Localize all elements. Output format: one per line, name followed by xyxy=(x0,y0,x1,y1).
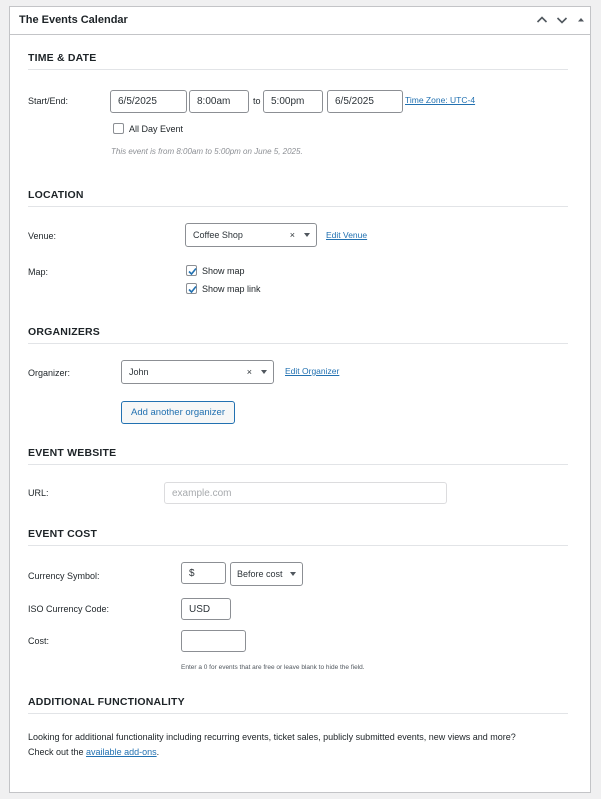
section-heading-additional: ADDITIONAL FUNCTIONALITY xyxy=(28,696,185,708)
iso-currency-value: USD xyxy=(189,603,211,615)
iso-currency-label: ISO Currency Code: xyxy=(28,604,110,614)
show-map-link-checkbox[interactable] xyxy=(186,283,197,294)
venue-value: Coffee Shop xyxy=(193,230,243,240)
show-map-link-label: Show map link xyxy=(202,284,261,294)
start-end-label: Start/End: xyxy=(28,96,69,106)
additional-text-line2: Check out the xyxy=(28,747,87,757)
end-date-input[interactable]: 6/5/2025 xyxy=(327,90,403,113)
events-calendar-metabox: The Events Calendar TIME & DATE Start/En… xyxy=(9,6,591,793)
start-date-value: 6/5/2025 xyxy=(118,96,157,107)
chevron-up-icon xyxy=(536,16,548,23)
map-label: Map: xyxy=(28,267,49,277)
venue-select[interactable]: Coffee Shop × xyxy=(185,223,317,247)
timezone-link[interactable]: Time Zone: UTC-4 xyxy=(405,95,475,105)
organizer-label: Organizer: xyxy=(28,368,71,378)
iso-currency-input[interactable]: USD xyxy=(181,598,231,620)
move-up-button[interactable] xyxy=(534,11,550,29)
currency-position-select[interactable]: Before cost xyxy=(230,562,303,586)
url-placeholder: example.com xyxy=(172,487,232,499)
currency-position-value: Before cost xyxy=(237,569,283,579)
additional-text: Looking for additional functionality inc… xyxy=(28,730,568,760)
all-day-checkbox[interactable] xyxy=(113,123,124,134)
additional-text-line1: Looking for additional functionality inc… xyxy=(28,732,516,742)
to-separator: to xyxy=(253,96,261,106)
edit-venue-link[interactable]: Edit Venue xyxy=(326,230,367,240)
divider xyxy=(28,343,568,344)
cost-label: Cost: xyxy=(28,636,50,646)
currency-symbol-label: Currency Symbol: xyxy=(28,571,100,581)
additional-text-end: . xyxy=(156,747,160,757)
section-heading-event-cost: EVENT COST xyxy=(28,528,98,540)
show-map-checkbox[interactable] xyxy=(186,265,197,276)
end-time-input[interactable]: 5:00pm xyxy=(263,90,323,113)
divider xyxy=(28,545,568,546)
url-label: URL: xyxy=(28,488,49,498)
chevron-down-icon xyxy=(556,17,568,24)
divider xyxy=(28,464,568,465)
start-time-input[interactable]: 8:00am xyxy=(189,90,249,113)
section-heading-time-date: TIME & DATE xyxy=(28,52,97,64)
toggle-panel-button[interactable] xyxy=(573,11,589,29)
currency-symbol-input[interactable]: $ xyxy=(181,562,226,584)
url-input[interactable]: example.com xyxy=(164,482,447,504)
dropdown-caret-icon xyxy=(304,233,310,237)
section-heading-event-website: EVENT WEBSITE xyxy=(28,447,117,459)
dropdown-caret-icon xyxy=(290,572,296,576)
end-time-value: 5:00pm xyxy=(271,96,305,107)
event-summary-text: This event is from 8:00am to 5:00pm on J… xyxy=(111,147,303,156)
divider xyxy=(28,713,568,714)
clear-organizer-icon[interactable]: × xyxy=(247,367,252,377)
section-heading-organizers: ORGANIZERS xyxy=(28,326,101,338)
all-day-label: All Day Event xyxy=(129,124,184,134)
organizer-select[interactable]: John × xyxy=(121,360,274,384)
cost-hint: Enter a 0 for events that are free or le… xyxy=(181,664,365,671)
organizer-value: John xyxy=(129,367,149,377)
edit-organizer-link[interactable]: Edit Organizer xyxy=(285,366,339,376)
cost-input[interactable] xyxy=(181,630,246,652)
metabox-title: The Events Calendar xyxy=(19,14,128,26)
start-time-value: 8:00am xyxy=(197,96,231,107)
show-map-label: Show map xyxy=(202,266,245,276)
section-heading-location: LOCATION xyxy=(28,189,84,201)
triangle-up-icon xyxy=(578,18,584,22)
dropdown-caret-icon xyxy=(261,370,267,374)
divider xyxy=(28,206,568,207)
available-addons-link[interactable]: available add-ons xyxy=(86,747,157,757)
end-date-value: 6/5/2025 xyxy=(335,96,374,107)
clear-venue-icon[interactable]: × xyxy=(290,230,295,240)
checkmark-icon xyxy=(188,285,197,294)
divider xyxy=(28,69,568,70)
start-date-input[interactable]: 6/5/2025 xyxy=(110,90,187,113)
move-down-button[interactable] xyxy=(554,11,570,29)
add-organizer-button[interactable]: Add another organizer xyxy=(121,401,235,424)
checkmark-icon xyxy=(188,267,197,276)
currency-symbol-value: $ xyxy=(189,567,195,579)
metabox-header: The Events Calendar xyxy=(10,7,590,35)
venue-label: Venue: xyxy=(28,231,57,241)
